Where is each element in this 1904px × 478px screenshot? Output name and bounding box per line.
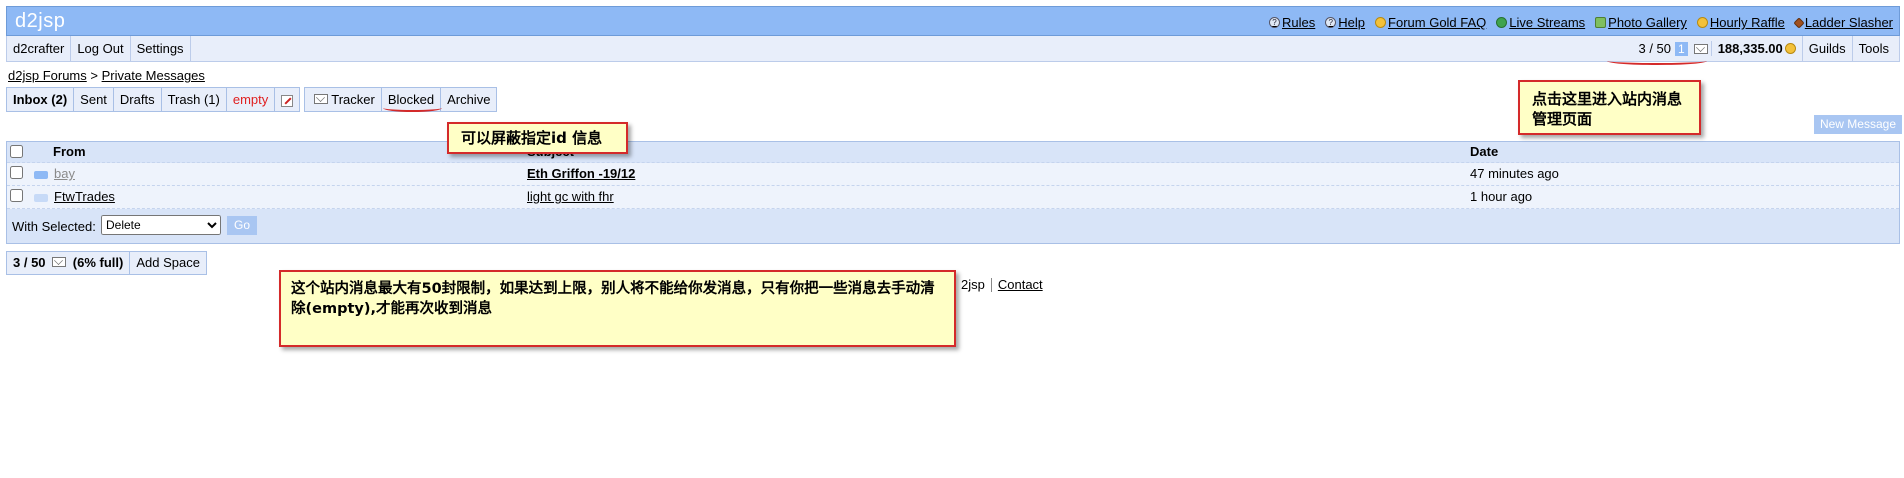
tab-sent[interactable]: Sent — [74, 88, 114, 111]
tab-trash[interactable]: Trash (1) — [162, 88, 227, 111]
quota-text: 3 / 50 (6% full) — [7, 252, 131, 274]
user-links: d2crafter Log Out Settings — [7, 36, 191, 61]
read-icon — [34, 193, 48, 202]
stream-icon — [1496, 17, 1508, 28]
bulk-action-select[interactable]: Delete — [101, 215, 221, 235]
hammer-icon — [1793, 16, 1805, 29]
tab-inbox[interactable]: Inbox (2) — [7, 88, 75, 111]
live-streams-link[interactable]: Live Streams — [1496, 15, 1585, 30]
with-selected-label: With Selected: — [12, 219, 96, 234]
help-link[interactable]: ? Help — [1325, 15, 1365, 30]
column-date[interactable]: Date — [1470, 142, 1498, 162]
column-from[interactable]: From — [53, 142, 86, 162]
breadcrumb: d2jsp Forums > Private Messages — [8, 68, 205, 83]
raffle-icon — [1696, 17, 1708, 28]
footer-site-name[interactable]: 2jsp — [955, 278, 991, 292]
table-row: bay Eth Griffon -19/12 47 minutes ago — [7, 163, 1899, 186]
help-circle-icon: ? — [1269, 17, 1281, 28]
photo-gallery-link[interactable]: Photo Gallery — [1595, 15, 1687, 30]
mail-icon[interactable] — [1693, 43, 1708, 54]
footer-links: 2jsp Contact — [955, 278, 1049, 292]
folder-tabs: Inbox (2) Sent Drafts Trash (1) empty — [6, 87, 301, 112]
table-row: FtwTrades light gc with fhr 1 hour ago — [7, 186, 1899, 209]
header-links: ? Rules ? Help Forum Gold FAQ Live Streams… — [1269, 15, 1893, 30]
rules-link[interactable]: ? Rules — [1269, 15, 1315, 30]
blocked-callout: 可以屏蔽指定id 信息 — [447, 122, 628, 154]
breadcrumb-pm-link[interactable]: Private Messages — [102, 68, 205, 83]
add-space-button[interactable]: Add Space — [130, 252, 206, 274]
site-logo[interactable]: d2jsp — [15, 10, 65, 33]
gallery-icon — [1595, 17, 1607, 28]
logout-link[interactable]: Log Out — [71, 36, 131, 61]
mail-icon — [52, 257, 67, 267]
guilds-link[interactable]: Guilds — [1801, 36, 1852, 61]
site-header: d2jsp ? Rules ? Help Forum Gold FAQ Live S… — [6, 6, 1900, 36]
sender-link[interactable]: bay — [54, 166, 75, 181]
subject-link[interactable]: Eth Griffon -19/12 — [527, 163, 635, 185]
forum-gold-faq-link[interactable]: Forum Gold FAQ — [1375, 15, 1486, 30]
message-table: From Subject Date bay Eth Griffon -19/12… — [6, 141, 1900, 244]
table-header: From Subject Date — [7, 142, 1899, 163]
date-cell: 1 hour ago — [1470, 189, 1533, 204]
mail-icon — [314, 94, 329, 104]
from-cell: bay — [34, 163, 75, 185]
tab-archive[interactable]: Archive — [441, 88, 496, 111]
select-all-checkbox[interactable] — [10, 145, 23, 158]
subject-link[interactable]: light gc with fhr — [527, 186, 614, 208]
bulk-actions: With Selected: Delete Go — [7, 209, 1899, 243]
breadcrumb-forums-link[interactable]: d2jsp Forums — [8, 68, 87, 83]
tab-tracker[interactable]: Tracker — [305, 88, 382, 111]
edit-icon — [281, 94, 294, 107]
new-message-button[interactable]: New Message — [1813, 115, 1902, 134]
pm-count-underline — [1607, 57, 1707, 65]
pm-page-callout: 点击这里进入站内消息管理页面 — [1518, 80, 1701, 135]
pm-count-link[interactable]: 3 / 50 — [1634, 41, 1675, 56]
breadcrumb-separator: > — [90, 68, 98, 83]
blocked-underline — [383, 104, 442, 112]
limit-callout: 这个站内消息最大有50封限制，如果达到上限，别人将不能给你发消息，只有你把一些消… — [279, 270, 956, 347]
row-checkbox[interactable] — [10, 189, 23, 202]
hourly-raffle-link[interactable]: Hourly Raffle — [1696, 15, 1785, 30]
help-circle-icon: ? — [1325, 17, 1337, 28]
date-cell: 47 minutes ago — [1470, 166, 1559, 181]
unread-icon — [34, 170, 48, 179]
ladder-slasher-link[interactable]: Ladder Slasher — [1793, 15, 1893, 30]
tab-drafts[interactable]: Drafts — [114, 88, 162, 111]
settings-link[interactable]: Settings — [131, 36, 191, 61]
username-link[interactable]: d2crafter — [7, 36, 72, 61]
new-pm-badge[interactable]: 1 — [1675, 41, 1688, 56]
edit-folders-button[interactable] — [275, 88, 299, 111]
forum-gold-amount[interactable]: 188,335.00 — [1710, 41, 1785, 56]
mailbox-quota: 3 / 50 (6% full) Add Space — [6, 251, 207, 275]
go-button[interactable]: Go — [227, 216, 257, 235]
row-checkbox[interactable] — [10, 166, 23, 179]
tools-link[interactable]: Tools — [1851, 36, 1895, 61]
gold-coin-icon — [1784, 43, 1796, 54]
contact-link[interactable]: Contact — [998, 277, 1043, 292]
empty-trash-link[interactable]: empty — [227, 88, 276, 111]
gold-coin-icon — [1375, 17, 1387, 28]
from-cell: FtwTrades — [34, 186, 115, 208]
sender-link[interactable]: FtwTrades — [54, 189, 115, 204]
